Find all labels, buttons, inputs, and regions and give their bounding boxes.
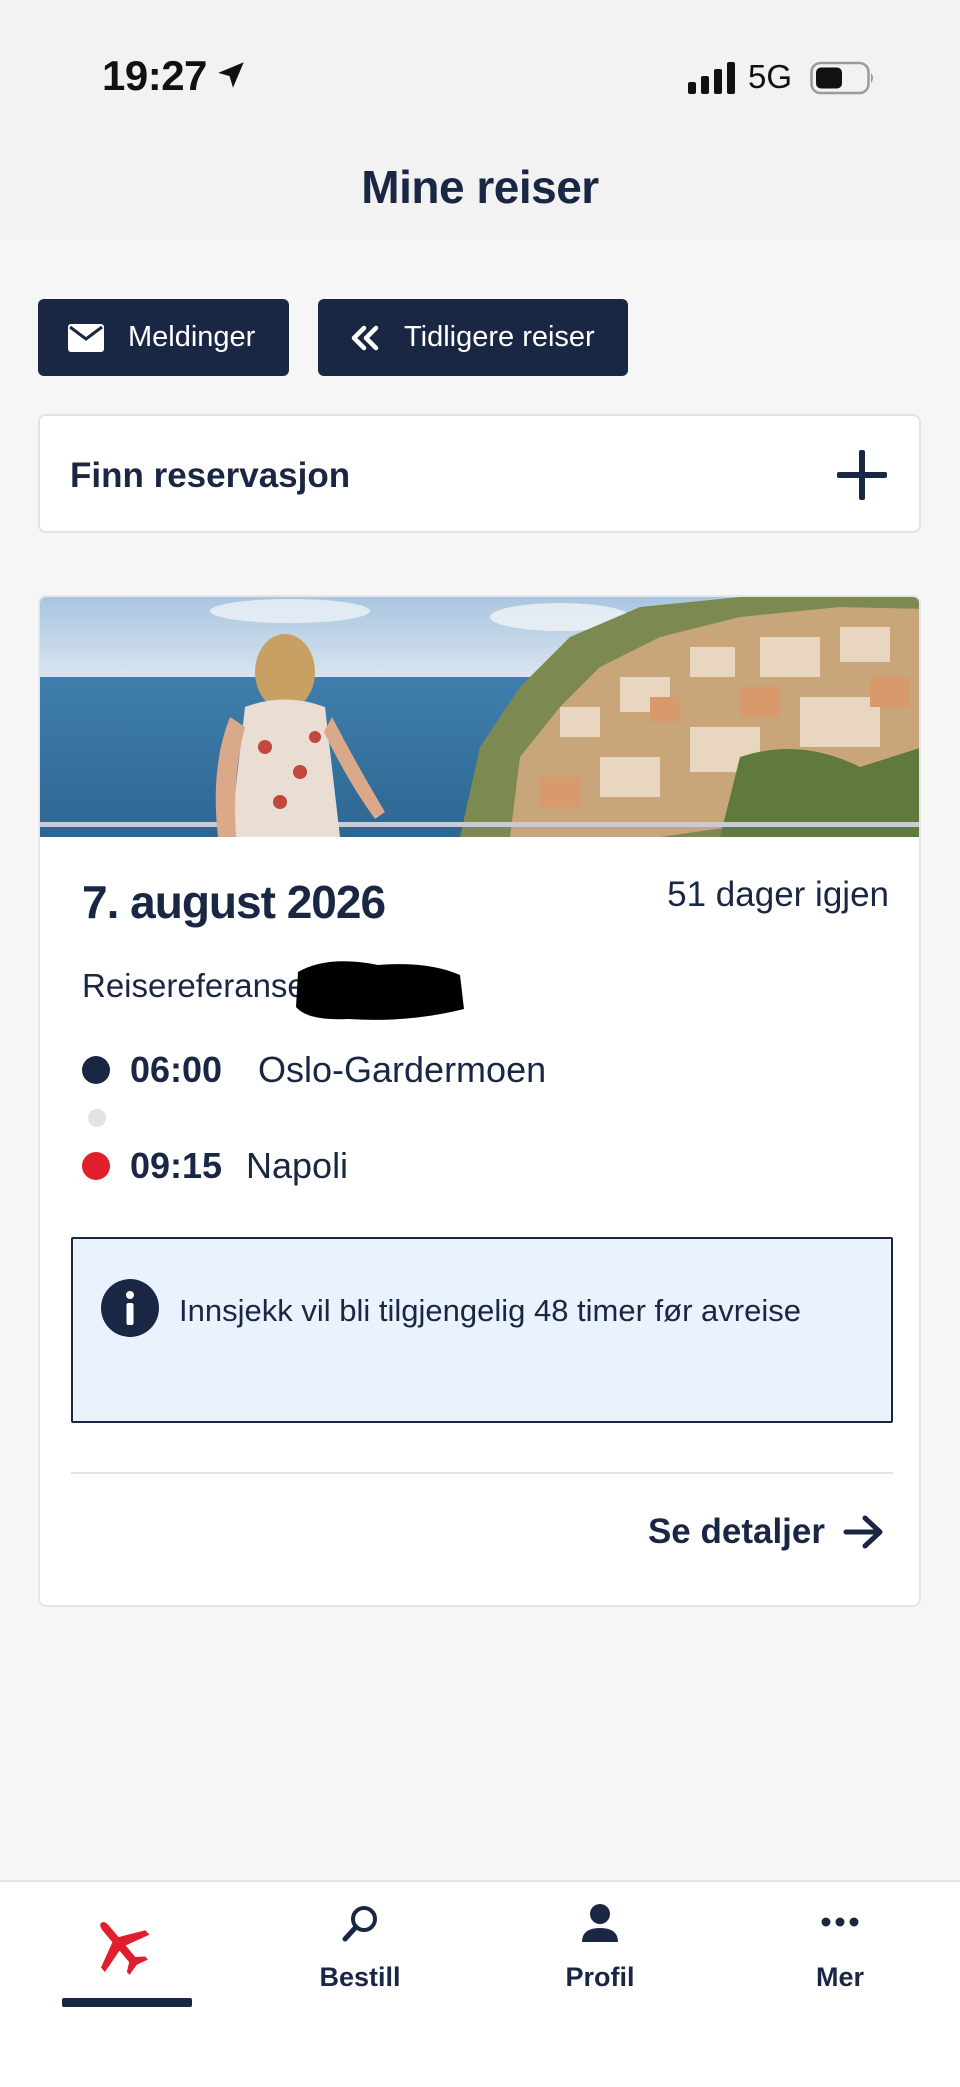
nav-item-book[interactable]: Bestill — [240, 1882, 480, 2042]
status-bar: 19:27 5G — [0, 0, 960, 150]
more-icon — [821, 1917, 859, 1927]
page-title: Mine reiser — [361, 161, 599, 213]
departure-time: 06:00 — [130, 1049, 223, 1090]
card-divider — [71, 1472, 893, 1474]
messages-button[interactable]: Meldinger — [38, 299, 289, 376]
find-reservation-label: Finn reservasjon — [70, 456, 351, 495]
see-details-label: Se detaljer — [647, 1512, 825, 1551]
trip-date: 7. august 2026 — [82, 876, 386, 928]
find-reservation-row[interactable]: Finn reservasjon — [38, 414, 921, 533]
signal-icon — [688, 62, 735, 94]
nav-item-profile[interactable]: Profil — [480, 1882, 720, 2042]
nav-label-profile: Profil — [565, 1962, 635, 1992]
network-type: 5G — [748, 58, 793, 95]
envelope-icon — [68, 323, 104, 352]
days-left: 51 dager igjen — [667, 875, 889, 914]
see-details-link[interactable]: Se detaljer — [648, 1512, 885, 1552]
previous-trips-button-label: Tidligere reiser — [404, 321, 595, 353]
nav-item-more[interactable]: Mer — [720, 1882, 960, 2042]
nav-label-more: Mer — [815, 1962, 864, 1992]
status-time: 19:27 — [102, 52, 207, 99]
nav-item-trips[interactable] — [0, 1882, 240, 2042]
departure-place: Oslo-Gardermoen — [258, 1049, 547, 1090]
destination-photo — [40, 597, 919, 837]
arrow-right-icon — [843, 1515, 883, 1549]
plus-icon[interactable] — [835, 448, 889, 502]
info-icon — [101, 1279, 159, 1337]
nav-label-book: Bestill — [319, 1962, 401, 1992]
active-tab-indicator — [62, 1998, 192, 2007]
arrival-place: Napoli — [246, 1145, 349, 1186]
previous-trips-button[interactable]: Tidligere reiser — [318, 299, 628, 376]
redaction-mark — [296, 961, 464, 1020]
departure-dot — [82, 1056, 110, 1084]
check-in-info-box: Innsjekk vil bli tilgjengelig 48 timer f… — [71, 1237, 893, 1423]
messages-button-label: Meldinger — [128, 321, 256, 353]
airplane-icon — [100, 1922, 150, 1975]
location-arrow-icon — [218, 62, 244, 88]
bottom-navigation: Bestill Profil Mer — [0, 1880, 960, 2087]
trip-card[interactable]: 7. august 2026 51 dager igjen Reiserefer… — [38, 595, 921, 1607]
check-in-info-text: Innsjekk vil bli tilgjengelig 48 timer f… — [179, 1293, 801, 1328]
arrival-time: 09:15 — [130, 1145, 223, 1186]
double-chevron-left-icon — [351, 325, 379, 350]
reference-label: Reisereferanse — [82, 967, 306, 1004]
arrival-dot — [82, 1152, 110, 1180]
route-connector-dot — [88, 1109, 106, 1127]
search-icon — [342, 1906, 377, 1942]
battery-icon — [810, 61, 873, 95]
user-icon — [582, 1904, 618, 1942]
